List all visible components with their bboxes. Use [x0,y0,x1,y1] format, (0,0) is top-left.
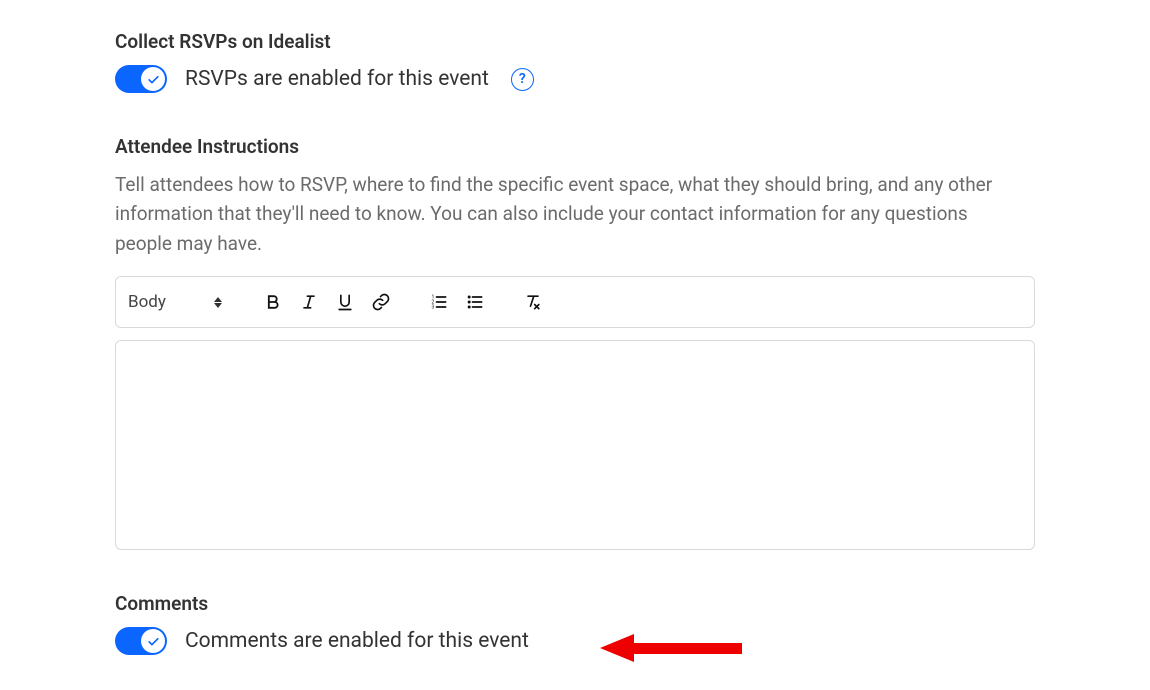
italic-button[interactable] [292,285,326,319]
rsvp-toggle-label: RSVPs are enabled for this event [185,67,489,91]
unordered-list-button[interactable] [458,285,492,319]
toggle-knob [141,67,165,91]
clear-formatting-button[interactable] [516,285,550,319]
clear-formatting-icon [523,292,543,312]
link-button[interactable] [364,285,398,319]
instructions-description: Tell attendees how to RSVP, where to fin… [115,170,1025,258]
instructions-title: Attendee Instructions [115,135,1035,158]
bold-icon [263,292,283,312]
editor-toolbar: Body 123 [115,276,1035,328]
link-icon [371,292,391,312]
underline-icon [335,292,355,312]
text-style-group [256,285,398,319]
check-icon [146,634,161,649]
help-icon[interactable]: ? [511,68,534,91]
comments-toggle[interactable] [115,627,167,655]
annotation-arrow [600,634,742,662]
list-group: 123 [422,285,492,319]
check-icon [146,72,161,87]
format-dropdown[interactable]: Body [128,292,232,312]
arrow-shaft [634,643,742,654]
chevron-sort-icon [214,297,222,308]
comments-title: Comments [115,592,1035,615]
svg-text:3: 3 [431,305,434,311]
underline-button[interactable] [328,285,362,319]
editor-textarea[interactable] [115,340,1035,550]
rsvp-section: Collect RSVPs on Idealist RSVPs are enab… [115,30,1035,93]
rsvp-toggle[interactable] [115,65,167,93]
arrow-left-icon [600,634,634,662]
format-dropdown-label: Body [128,292,166,312]
toggle-knob [141,629,165,653]
bold-button[interactable] [256,285,290,319]
rsvp-toggle-row: RSVPs are enabled for this event ? [115,65,1035,93]
instructions-section: Attendee Instructions Tell attendees how… [115,135,1035,550]
comments-toggle-label: Comments are enabled for this event [185,629,529,653]
clear-group [516,285,550,319]
unordered-list-icon [465,292,485,312]
comments-toggle-row: Comments are enabled for this event [115,627,1035,655]
rsvp-title: Collect RSVPs on Idealist [115,30,1035,53]
comments-section: Comments Comments are enabled for this e… [115,592,1035,655]
italic-icon [299,292,319,312]
ordered-list-button[interactable]: 123 [422,285,456,319]
ordered-list-icon: 123 [429,292,449,312]
rich-text-editor: Body 123 [115,276,1035,550]
